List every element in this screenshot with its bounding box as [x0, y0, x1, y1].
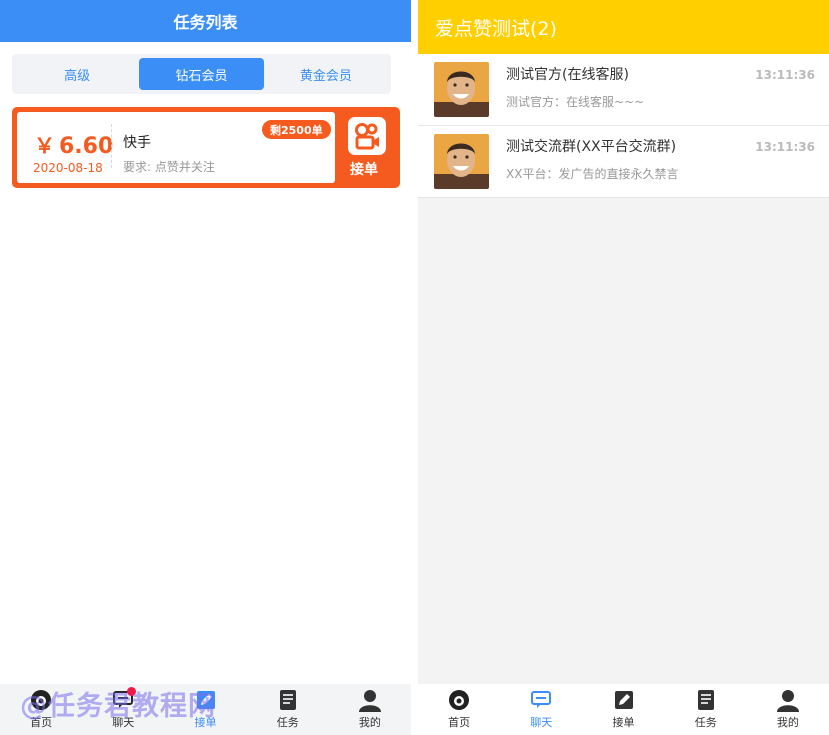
- nav-label-chat: 聊天: [112, 716, 135, 729]
- nav-label-accept: 接单: [612, 716, 635, 729]
- task-card[interactable]: ￥ 6.60 2020-08-18 快手 要求: 点赞并关注 剩2500单 接单: [12, 107, 400, 188]
- price-amount: 6.60: [59, 134, 114, 159]
- tab-gold-member[interactable]: 黄金会员: [264, 58, 388, 90]
- tab-diamond-member[interactable]: 钻石会员: [139, 58, 264, 90]
- nav-label-chat: 聊天: [530, 716, 553, 729]
- nav-tasks[interactable]: 任务: [247, 684, 329, 735]
- nav-chat[interactable]: 聊天: [82, 684, 164, 735]
- kuaishou-icon[interactable]: [348, 117, 386, 155]
- chat-title: 测试官方(在线客服): [506, 67, 629, 83]
- screen: 任务列表 高级 钻石会员 黄金会员 ￥ 6.60 2020-08-18 快手 要求…: [0, 0, 829, 735]
- nav-label-profile: 我的: [358, 716, 381, 729]
- currency-symbol: ￥: [34, 134, 55, 158]
- edit-icon: [612, 688, 636, 712]
- document-icon: [276, 688, 300, 712]
- bottom-nav: 首页 聊天 接单 任务 我的: [0, 684, 411, 735]
- chat-time: 13:11:36: [755, 68, 815, 82]
- nav-home[interactable]: 首页: [418, 684, 500, 735]
- avatar: [434, 134, 489, 189]
- nav-home[interactable]: 首页: [0, 684, 82, 735]
- chat-last-message: XX平台：发广告的直接永久禁言: [506, 167, 679, 181]
- chat-time: 13:11:36: [755, 140, 815, 154]
- task-app-name: 快手: [123, 135, 151, 151]
- divider: [111, 124, 112, 168]
- nav-label-profile: 我的: [776, 716, 799, 729]
- chat-list-screen: 爱点赞测试(2) 测试官方(在线客服) 测试官方：在线客服~~~ 13:11:3…: [418, 0, 829, 735]
- task-list-screen: 任务列表 高级 钻石会员 黄金会员 ￥ 6.60 2020-08-18 快手 要求…: [0, 0, 411, 735]
- bottom-nav: 首页 聊天 接单 任务 我的: [418, 684, 829, 735]
- page-title: 任务列表: [0, 0, 411, 42]
- nav-label-tasks: 任务: [276, 716, 299, 729]
- document-icon: [694, 688, 718, 712]
- nav-label-home: 首页: [30, 716, 53, 729]
- home-icon: [29, 688, 53, 712]
- nav-label-tasks: 任务: [694, 716, 717, 729]
- accept-task-button[interactable]: 接单: [350, 159, 378, 179]
- chat-header-title: 爱点赞测试(2): [418, 0, 829, 54]
- nav-label-accept: 接单: [194, 716, 217, 729]
- user-icon: [776, 688, 800, 712]
- task-price: ￥ 6.60: [34, 130, 113, 160]
- home-icon: [447, 688, 471, 712]
- nav-profile[interactable]: 我的: [747, 684, 829, 735]
- avatar: [434, 62, 489, 117]
- chat-last-message: 测试官方：在线客服~~~: [506, 95, 645, 109]
- nav-accept[interactable]: 接单: [164, 684, 246, 735]
- user-icon: [358, 688, 382, 712]
- tab-advanced[interactable]: 高级: [15, 58, 139, 90]
- membership-tabs: 高级 钻石会员 黄金会员: [12, 54, 391, 94]
- chat-list-item[interactable]: 测试交流群(XX平台交流群) XX平台：发广告的直接永久禁言 13:11:36: [418, 126, 829, 198]
- nav-chat[interactable]: 聊天: [500, 684, 582, 735]
- nav-accept[interactable]: 接单: [582, 684, 664, 735]
- remaining-badge: 剩2500单: [262, 120, 331, 139]
- chat-title: 测试交流群(XX平台交流群): [506, 139, 677, 155]
- chat-list: 测试官方(在线客服) 测试官方：在线客服~~~ 13:11:36 测试交流群(X…: [418, 54, 829, 198]
- task-details: ￥ 6.60 2020-08-18 快手 要求: 点赞并关注 剩2500单: [17, 112, 335, 183]
- task-date: 2020-08-18: [33, 161, 103, 175]
- pane-gap: [411, 0, 418, 735]
- nav-tasks[interactable]: 任务: [665, 684, 747, 735]
- edit-icon: [194, 688, 218, 712]
- nav-profile[interactable]: 我的: [329, 684, 411, 735]
- chat-list-item[interactable]: 测试官方(在线客服) 测试官方：在线客服~~~ 13:11:36: [418, 54, 829, 126]
- task-requirement: 要求: 点赞并关注: [123, 160, 215, 174]
- chat-icon: [529, 688, 553, 712]
- nav-label-home: 首页: [448, 716, 471, 729]
